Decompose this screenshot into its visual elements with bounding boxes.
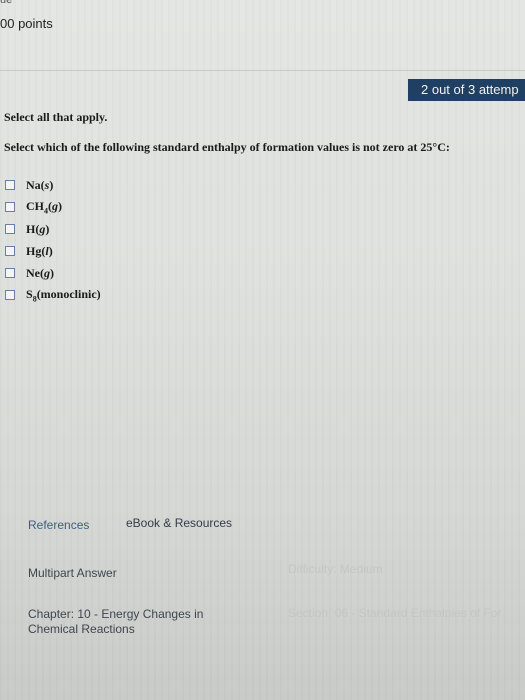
section-label: Section: 06 - Standard Enthalpies of For [288,606,502,620]
chapter-label: Chapter: 10 - Energy Changes in Chemical… [28,607,204,636]
checkbox[interactable] [5,180,15,190]
option-label: Ne(g) [26,265,54,280]
background-texture [0,0,525,700]
attempts-badge: 2 out of 3 attemp [408,79,525,101]
instruction-text: Select all that apply. [4,110,108,124]
answer-options: Na(s) CH4(g) H(g) Hg(l) Ne(g) S8(monocli… [5,174,101,306]
header-cut-text: ue [0,0,13,6]
references-link[interactable]: References [28,518,89,532]
checkbox[interactable] [5,290,15,300]
ebook-resources-link[interactable]: eBook & Resources [126,516,232,530]
option-label: Na(s) [26,177,54,192]
multipart-answer-label: Multipart Answer [28,566,117,580]
checkbox[interactable] [5,224,15,234]
option-s8[interactable]: S8(monoclinic) [5,284,101,306]
points-label: 00 points [0,16,53,31]
option-label: CH4(g) [26,198,62,216]
checkbox[interactable] [5,202,15,212]
question-prompt: Select which of the following standard e… [4,140,450,154]
header-divider [0,70,525,71]
option-ch4[interactable]: CH4(g) [5,196,101,218]
option-h[interactable]: H(g) [5,218,101,240]
option-na[interactable]: Na(s) [5,174,101,196]
checkbox[interactable] [5,246,15,256]
difficulty-label: Difficulty: Medium [288,562,383,576]
option-hg[interactable]: Hg(l) [5,240,101,262]
checkbox[interactable] [5,268,15,278]
option-label: S8(monoclinic) [26,286,101,304]
option-label: H(g) [26,221,50,236]
option-label: Hg(l) [26,243,53,258]
option-ne[interactable]: Ne(g) [5,262,101,284]
